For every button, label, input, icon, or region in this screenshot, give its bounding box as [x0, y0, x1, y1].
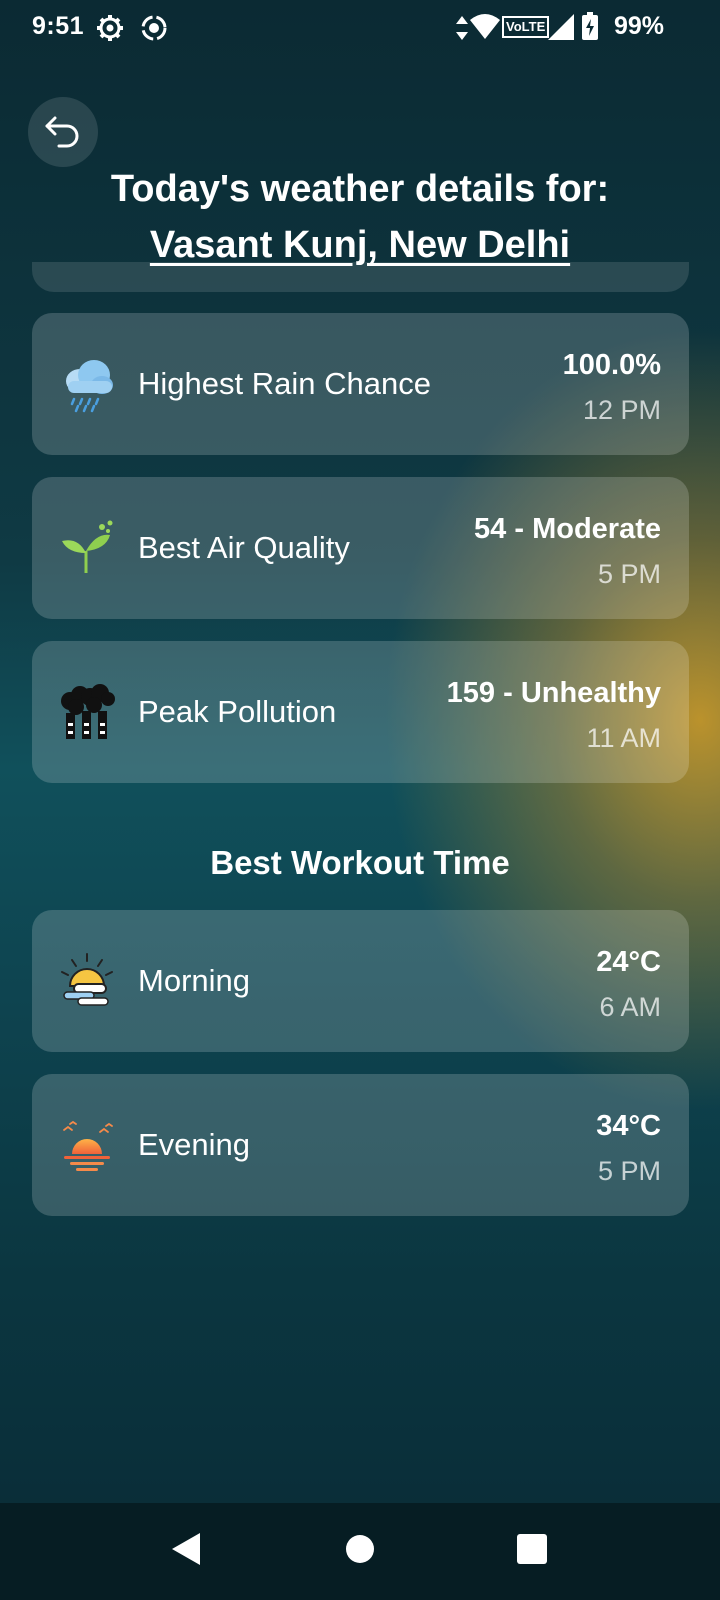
- card-label: Peak Pollution: [138, 694, 337, 729]
- triangle-back-icon: [170, 1532, 202, 1571]
- card-time: 5 PM: [597, 1156, 661, 1186]
- battery-charging-icon: [582, 12, 598, 45]
- factory-smoke-icon: [58, 683, 116, 741]
- volte-label: VoLTE: [502, 16, 550, 38]
- card-time: 12 PM: [582, 395, 661, 425]
- card-label: Evening: [138, 1127, 251, 1162]
- battery-percent: 99%: [613, 12, 664, 40]
- location-link[interactable]: Vasant Kunj, New Delhi: [0, 224, 720, 267]
- card-label: Best Air Quality: [138, 530, 350, 565]
- page-title: Today's weather details for:: [110, 168, 610, 210]
- nav-recents-button[interactable]: [512, 1531, 552, 1571]
- cell-signal-icon: [548, 14, 574, 45]
- system-nav-bar: [0, 1503, 720, 1600]
- circle-home-icon: [345, 1534, 375, 1569]
- back-button[interactable]: [28, 97, 98, 167]
- rain-chance-card[interactable]: Highest Rain Chance 100.0% 12 PM: [32, 313, 689, 455]
- rain-cloud-icon: [58, 355, 116, 413]
- undo-arrow-icon: [43, 110, 83, 155]
- card-value: 100.0%: [562, 349, 661, 381]
- air-quality-card[interactable]: Best Air Quality 54 - Moderate 5 PM: [32, 477, 689, 619]
- card-value: 159 - Unhealthy: [446, 677, 661, 709]
- peak-pollution-card[interactable]: Peak Pollution 159 - Unhealthy 11 AM: [32, 641, 689, 783]
- nav-back-button[interactable]: [166, 1531, 206, 1571]
- card-value: 34°C: [596, 1110, 661, 1142]
- status-time: 9:51: [32, 12, 85, 40]
- data-arrows-icon: [456, 16, 468, 45]
- card-label: Morning: [138, 963, 250, 998]
- card-time: 11 AM: [586, 723, 661, 753]
- partial-card: [32, 262, 689, 292]
- volte-icon: VoLTE: [502, 16, 550, 38]
- card-value: 24°C: [596, 946, 661, 978]
- status-bar: 9:51 VoLTE 99%: [0, 0, 720, 56]
- workout-heading: Best Workout Time: [210, 844, 510, 881]
- sunset-icon: [58, 1116, 116, 1174]
- settings-gear-icon: [96, 14, 124, 47]
- nav-home-button[interactable]: [340, 1531, 380, 1571]
- morning-workout-card[interactable]: Morning 24°C 6 AM: [32, 910, 689, 1052]
- square-recents-icon: [517, 1533, 547, 1569]
- card-time: 5 PM: [597, 559, 661, 589]
- evening-workout-card[interactable]: Evening 34°C 5 PM: [32, 1074, 689, 1216]
- wifi-icon: [470, 14, 500, 45]
- record-icon: [140, 14, 168, 47]
- card-time: 6 AM: [599, 992, 661, 1022]
- card-label: Highest Rain Chance: [138, 366, 431, 401]
- sprout-icon: [58, 519, 116, 577]
- sunrise-cloud-icon: [58, 952, 116, 1010]
- card-value: 54 - Moderate: [474, 513, 661, 545]
